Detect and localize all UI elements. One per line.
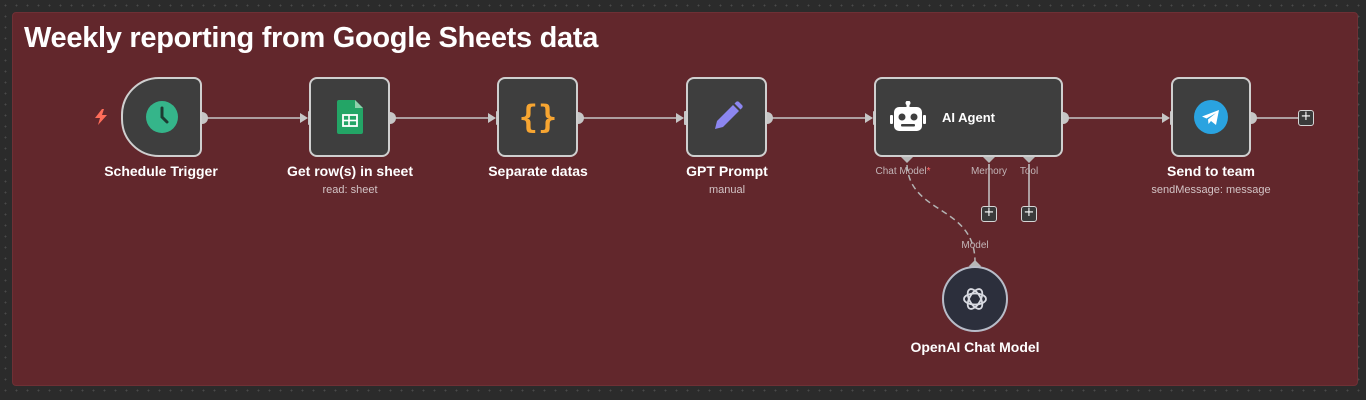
clock-icon (145, 101, 178, 133)
node-send-to-team[interactable] (1171, 77, 1251, 157)
arrow-into-sheet (300, 113, 308, 123)
node-sublabel-gpt-prompt: manual (708, 184, 746, 196)
add-tool-button[interactable]: + (1021, 206, 1037, 222)
node-gpt-prompt[interactable] (686, 77, 767, 157)
node-ai-agent[interactable]: AI Agent (874, 77, 1063, 157)
node-schedule-trigger[interactable] (121, 77, 202, 157)
node-label-schedule-trigger: Schedule Trigger (104, 163, 218, 179)
pencil-icon (714, 101, 743, 129)
node-sublabel-send-to-team: sendMessage: message (1151, 184, 1271, 196)
code-braces-icon: {} (518, 99, 557, 135)
add-next-node-button[interactable]: + (1298, 110, 1314, 126)
arrow-into-agent (865, 113, 873, 123)
port-label-memory: Memory (970, 166, 1008, 177)
svg-text:{}: {} (518, 99, 557, 135)
arrow-into-separate (488, 113, 496, 123)
port-label-tool: Tool (1019, 166, 1039, 177)
node-label-gpt-prompt: GPT Prompt (686, 163, 768, 179)
telegram-icon (1194, 100, 1228, 134)
google-sheets-icon (336, 100, 363, 134)
arrow-into-prompt (676, 113, 684, 123)
node-label-get-rows: Get row(s) in sheet (286, 163, 414, 179)
node-sublabel-get-rows: read: sheet (322, 184, 378, 196)
openai-icon (963, 288, 987, 310)
trigger-bolt-icon (95, 109, 107, 125)
arrow-into-telegram (1162, 113, 1170, 123)
node-separate-datas[interactable]: {} (497, 77, 578, 157)
node-get-rows[interactable] (309, 77, 390, 157)
node-openai-chat-model[interactable] (942, 266, 1008, 332)
node-label-send-to-team: Send to team (1167, 163, 1255, 179)
robot-icon (890, 101, 926, 131)
port-label-chat-model: Chat Model* (875, 166, 931, 177)
connection-layer (196, 111, 1298, 272)
add-memory-button[interactable]: + (981, 206, 997, 222)
node-label-openai-chat-model: OpenAI Chat Model (910, 339, 1040, 355)
node-label-separate-datas: Separate datas (488, 163, 588, 179)
port-label-model: Model (961, 240, 989, 251)
node-title-ai-agent: AI Agent (942, 109, 995, 125)
